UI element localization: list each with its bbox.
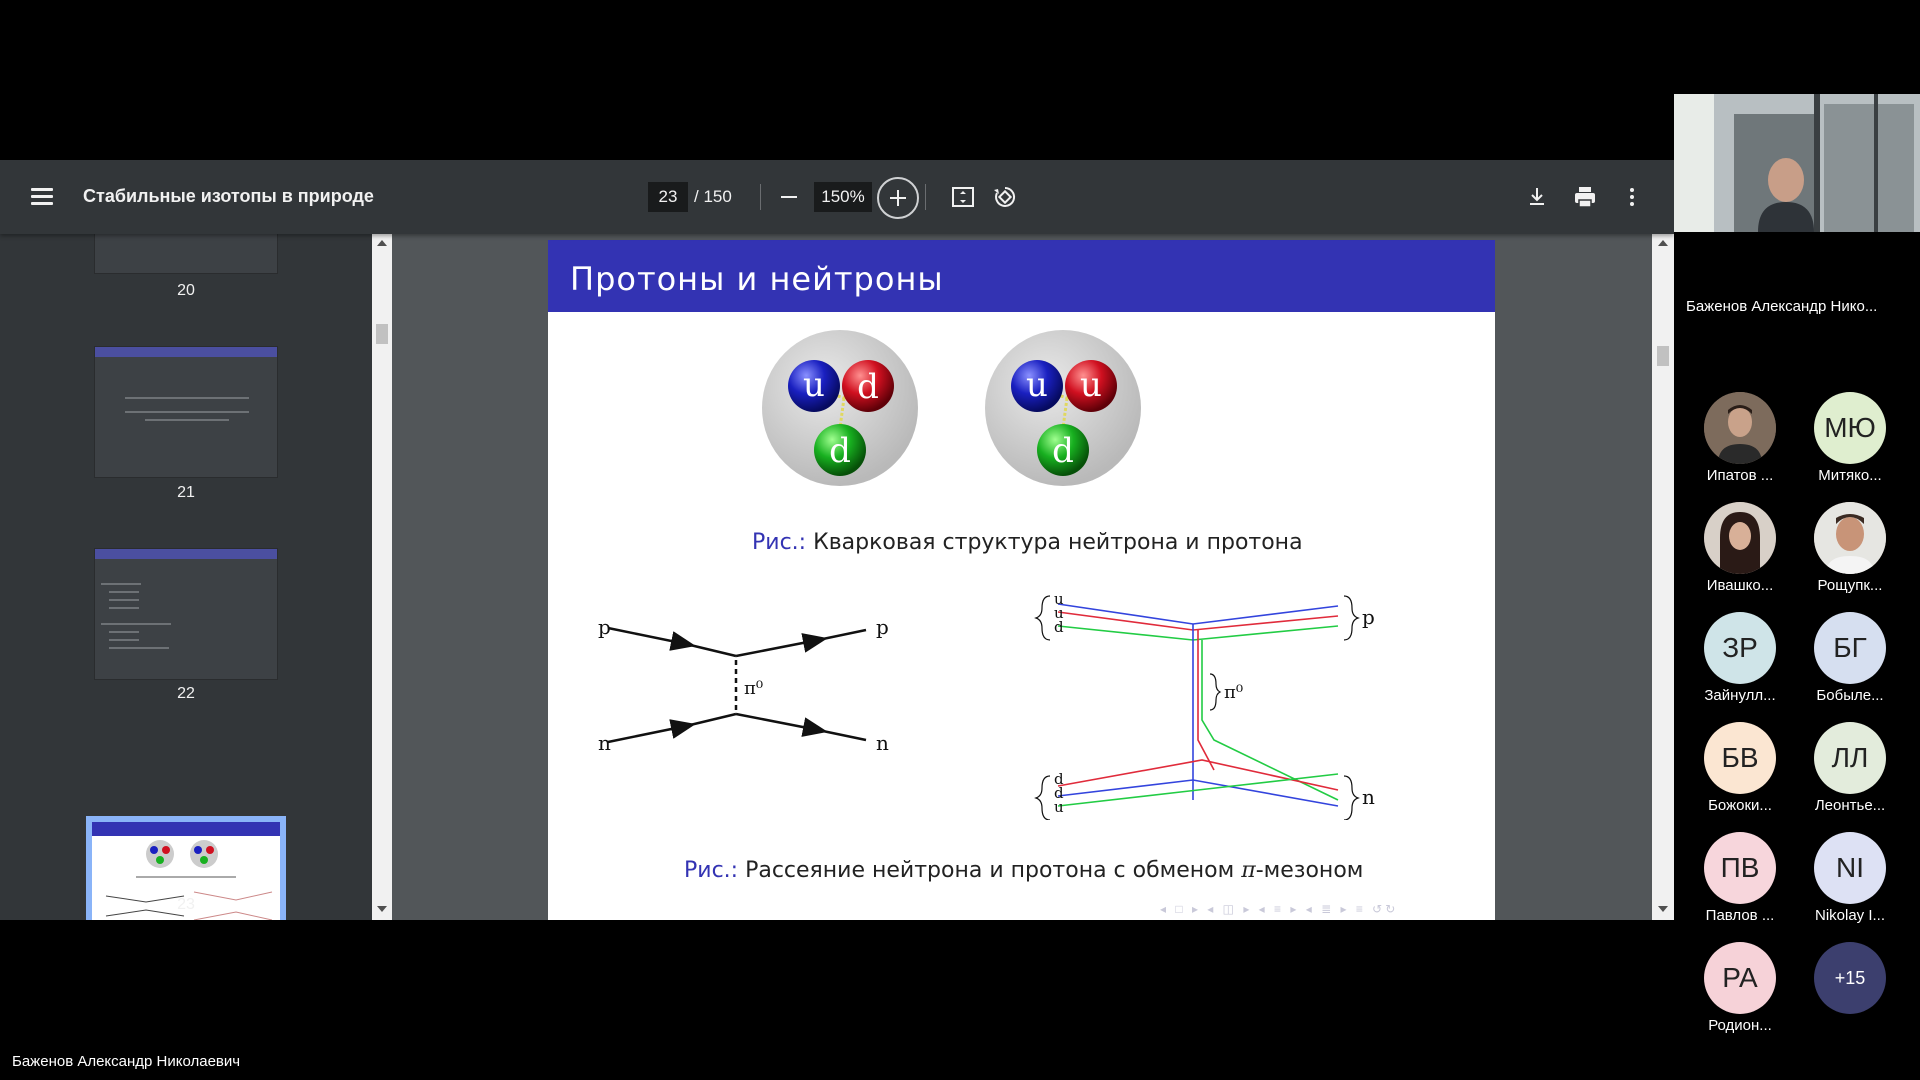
thumbnail-page-22[interactable] <box>94 548 278 680</box>
participant-name: Митяко... <box>1818 467 1882 484</box>
particle-label: n <box>876 731 889 755</box>
participant-avatar: РА <box>1704 942 1776 1014</box>
document-title: Стабильные изотопы в природе <box>83 186 374 206</box>
participant-avatar: NI <box>1814 832 1886 904</box>
participant-name: Божоки... <box>1708 797 1772 814</box>
presenter-name: Баженов Александр Николаевич <box>12 1053 241 1070</box>
zoom-out-icon[interactable] <box>776 184 802 210</box>
pdf-page: Протоны и нейтроны u d d u u d Рис.: Ква… <box>548 240 1495 920</box>
pi-symbol: π <box>1241 858 1256 883</box>
particle-label: n <box>1362 785 1375 809</box>
speaker-video <box>1674 94 1920 232</box>
beamer-navigation-icons: ◂ □ ▸ ◂ ◫ ▸ ◂ ≡ ▸ ◂ ≣ ▸ ≡ ↺↻ <box>1160 902 1399 916</box>
neutron-diagram: u d d <box>762 330 918 486</box>
participant-avatar: МЮ <box>1814 392 1886 464</box>
quark-label: u <box>803 365 825 405</box>
caption-label: Рис.: <box>684 858 739 883</box>
quark-line-diagram: u u d p d d u n π⁰ <box>1034 590 1375 820</box>
participant-tile[interactable]: БВ Божоки... <box>1690 722 1790 814</box>
quark-label: d <box>1054 618 1064 636</box>
thumbnail-number: 23 <box>177 896 195 913</box>
participant-avatar: БВ <box>1704 722 1776 794</box>
participant-avatar: ЗР <box>1704 612 1776 684</box>
menu-icon[interactable] <box>24 182 60 212</box>
print-icon[interactable] <box>1570 182 1600 212</box>
participant-name: Рощупк... <box>1817 577 1883 594</box>
particle-label: p <box>876 615 889 639</box>
quark-label: u <box>1026 365 1048 405</box>
particle-label: p <box>1362 605 1375 629</box>
participant-tile[interactable]: МЮ Митяко... <box>1800 392 1900 484</box>
pion-label: π⁰ <box>1224 682 1243 703</box>
caption-text: Рассеяние нейтрона и протона с обменом <box>745 858 1242 883</box>
quark-label: u <box>1080 365 1102 405</box>
pdf-toolbar: Стабильные изотопы в природе / 150 <box>0 160 1674 234</box>
slide-header: Протоны и нейтроны <box>548 240 1495 312</box>
toolbar-divider <box>925 184 926 210</box>
caption-label: Рис.: <box>752 530 807 555</box>
zoom-in-icon[interactable] <box>877 177 919 219</box>
particle-label: n <box>598 731 611 755</box>
pion-label: π⁰ <box>744 678 763 699</box>
participant-avatar <box>1814 502 1886 574</box>
participant-tile[interactable]: ЗР Зайнулл... <box>1690 612 1790 704</box>
page-total: / 150 <box>694 187 732 206</box>
participant-avatar: ЛЛ <box>1814 722 1886 794</box>
thumbnail-sidebar: 20 21 22 23 <box>0 234 372 920</box>
rotate-icon[interactable] <box>990 182 1020 212</box>
participant-name: Бобыле... <box>1816 687 1884 704</box>
thumbnail-number: 21 <box>177 484 195 501</box>
page-scrollbar[interactable] <box>1652 234 1674 920</box>
participant-tile[interactable]: Ипатов ... <box>1690 392 1790 484</box>
quark-label: d <box>857 367 879 407</box>
fit-page-icon[interactable] <box>948 182 978 212</box>
caption-text: Кварковая структура нейтрона и протона <box>813 530 1303 555</box>
page-number-input[interactable] <box>648 182 688 212</box>
figure-caption-2: Рис.: Рассеяние нейтрона и протона с обм… <box>684 858 1363 883</box>
participant-tile[interactable]: Рощупк... <box>1800 502 1900 594</box>
participant-avatar <box>1704 502 1776 574</box>
participant-tile[interactable]: БГ Бобыле... <box>1800 612 1900 704</box>
thumbnail-page-21[interactable] <box>94 346 278 478</box>
participant-tile[interactable]: РА Родион... <box>1690 942 1790 1034</box>
zoom-input[interactable] <box>814 182 872 212</box>
participant-avatar: БГ <box>1814 612 1886 684</box>
screen: Стабильные изотопы в природе / 150 <box>0 0 1920 1080</box>
toolbar-divider <box>760 184 761 210</box>
participant-name: Ивашко... <box>1706 577 1774 594</box>
participant-tile[interactable]: Ивашко... <box>1690 502 1790 594</box>
participant-tile[interactable]: ПВ Павлов ... <box>1690 832 1790 924</box>
particle-label: p <box>598 615 611 639</box>
download-icon[interactable] <box>1522 182 1552 212</box>
participant-name: Ипатов ... <box>1706 467 1774 484</box>
quark-label: u <box>1054 798 1064 816</box>
figure-caption-1: Рис.: Кварковая структура нейтрона и про… <box>752 530 1303 555</box>
participant-name: Зайнулл... <box>1704 687 1776 704</box>
participant-name: Леонтье... <box>1814 797 1886 814</box>
feynman-diagram: p p n n π⁰ <box>598 615 889 755</box>
caption-text: -мезоном <box>1255 858 1364 883</box>
participant-name: Родион... <box>1708 1017 1772 1034</box>
pdf-viewer: Стабильные изотопы в природе / 150 <box>0 160 1674 920</box>
slide-title: Протоны и нейтроны <box>570 260 944 298</box>
thumbnail-number: 22 <box>177 685 195 702</box>
speaker-video-frame <box>1674 94 1920 232</box>
participant-avatar: ПВ <box>1704 832 1776 904</box>
more-participants-button[interactable]: +15 <box>1814 942 1886 1014</box>
participant-avatar <box>1704 392 1776 464</box>
participant-name: Павлов ... <box>1705 907 1775 924</box>
participant-name: Nikolay I... <box>1814 907 1886 924</box>
quark-structure-figure: u d d u u d <box>762 330 1141 486</box>
thumbnail-number: 20 <box>177 282 195 299</box>
sidebar-scrollbar[interactable] <box>372 234 392 920</box>
quark-label: d <box>829 431 851 471</box>
self-participant-name: Баженов Александр Нико... <box>1686 298 1878 315</box>
participant-tile[interactable]: NI Nikolay I... <box>1800 832 1900 924</box>
proton-diagram: u u d <box>985 330 1141 486</box>
thumbnail-page-20[interactable] <box>94 234 278 274</box>
quark-label: d <box>1052 431 1074 471</box>
participant-tile[interactable]: ЛЛ Леонтье... <box>1800 722 1900 814</box>
more-vert-icon[interactable] <box>1617 182 1647 212</box>
